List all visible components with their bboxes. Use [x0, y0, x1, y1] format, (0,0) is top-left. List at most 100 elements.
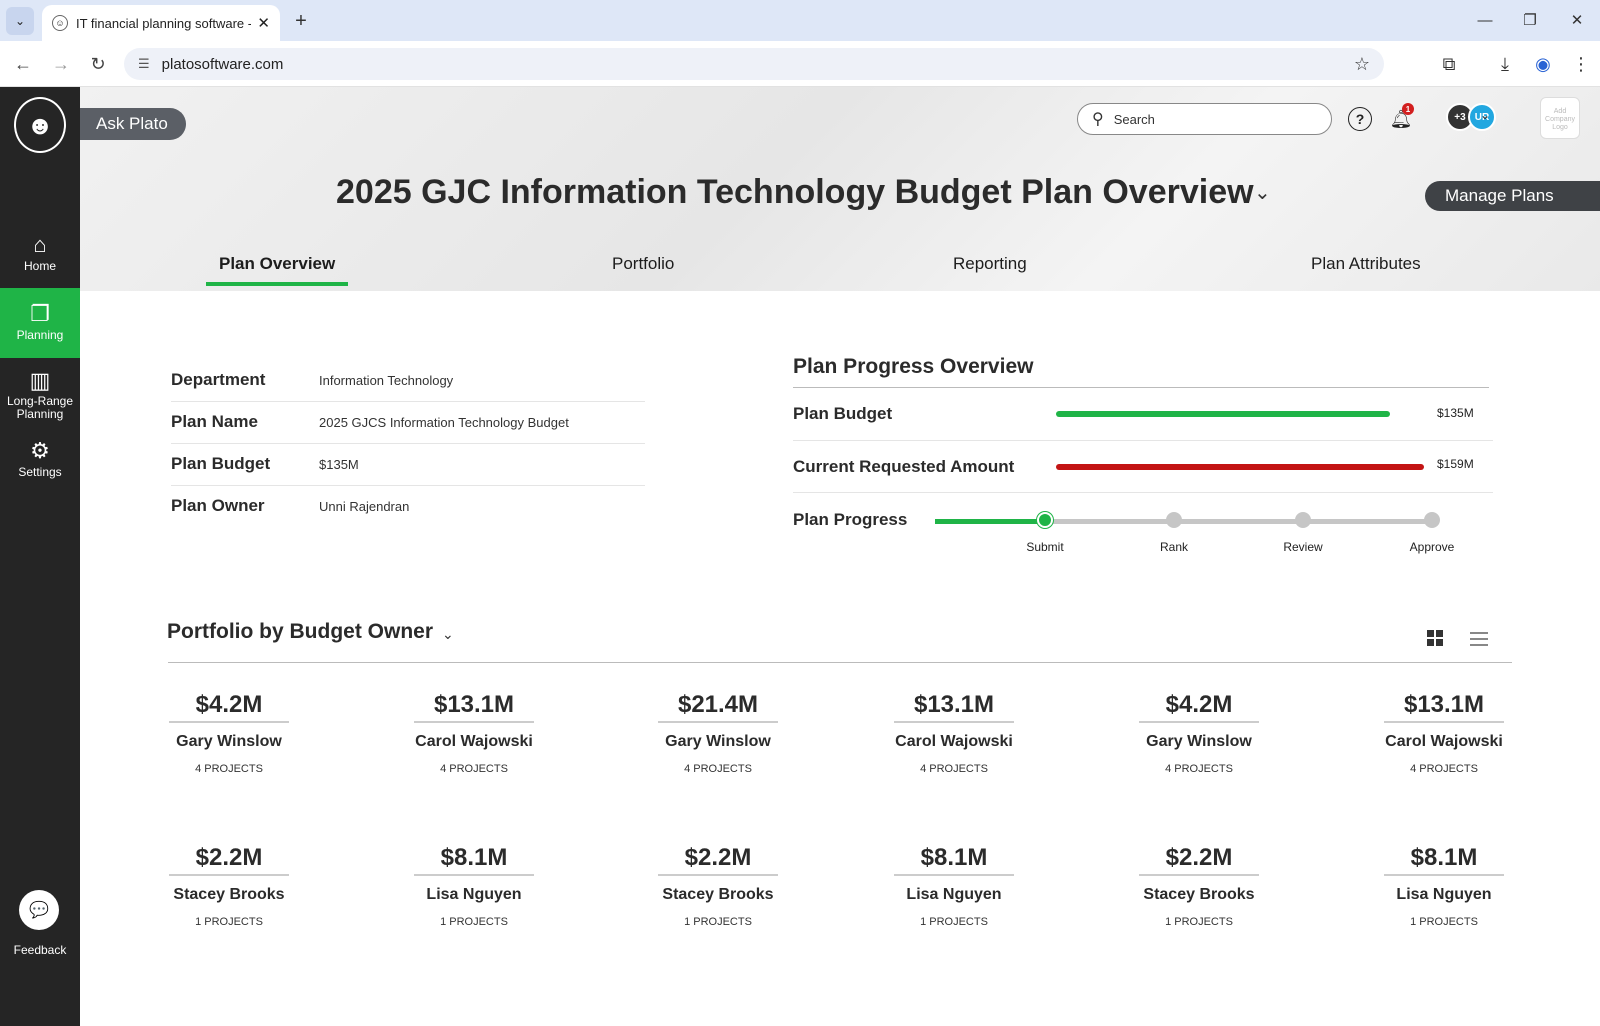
info-value: Information Technology: [319, 373, 454, 388]
info-key: Plan Budget: [171, 454, 271, 473]
browser-tab[interactable]: ☺ IT financial planning software - ✕: [42, 5, 280, 41]
card-owner: Stacey Brooks: [173, 886, 285, 903]
plan-progress-label: Plan Progress: [793, 510, 908, 529]
requested-amount-value: $159M: [1437, 457, 1474, 471]
budget-owner-card[interactable]: $8.1M Lisa Nguyen 1 PROJECTS: [1384, 840, 1504, 928]
close-tab-icon[interactable]: ✕: [257, 14, 270, 32]
tab-reporting[interactable]: Reporting: [953, 254, 1027, 274]
budget-owner-card[interactable]: $2.2M Stacey Brooks 1 PROJECTS: [658, 840, 778, 928]
chevron-down-icon[interactable]: ⌄: [442, 626, 454, 643]
card-amount: $4.2M: [1139, 687, 1259, 723]
company-logo-placeholder[interactable]: Add Company Logo: [1540, 97, 1580, 139]
plan-select-chevron-icon[interactable]: ⌄: [1254, 180, 1271, 205]
app-sidebar: ☻ ⌂ Home ❐ Planning ▥ Long-Range Plannin…: [0, 87, 80, 1026]
notifications-button[interactable]: 🔔︎ 1: [1388, 103, 1414, 132]
close-window-icon[interactable]: ✕: [1562, 8, 1592, 32]
notification-badge: 1: [1402, 103, 1414, 115]
help-button[interactable]: ?: [1347, 106, 1373, 132]
card-projects: 1 PROJECTS: [684, 916, 752, 928]
card-amount: $13.1M: [1384, 687, 1504, 723]
budget-owner-card[interactable]: $4.2M Gary Winslow 4 PROJECTS: [169, 687, 289, 775]
card-amount: $13.1M: [894, 687, 1014, 723]
browser-menu-icon[interactable]: ⋮: [1568, 51, 1594, 77]
tab-portfolio[interactable]: Portfolio: [612, 254, 674, 274]
profile-icon[interactable]: ◉: [1530, 51, 1556, 77]
active-tab-indicator: [206, 282, 348, 286]
budget-owner-card[interactable]: $8.1M Lisa Nguyen 1 PROJECTS: [414, 840, 534, 928]
budget-owner-card[interactable]: $13.1M Carol Wajowski 4 PROJECTS: [894, 687, 1014, 775]
step-label-review: Review: [1283, 540, 1323, 554]
card-projects: 1 PROJECTS: [1165, 916, 1233, 928]
card-projects: 4 PROJECTS: [440, 763, 508, 775]
info-key: Plan Owner: [171, 496, 265, 515]
card-projects: 4 PROJECTS: [1410, 763, 1478, 775]
requested-amount-label: Current Requested Amount: [793, 457, 1015, 476]
forward-icon[interactable]: →: [48, 51, 74, 77]
site-info-icon[interactable]: ☰: [138, 56, 150, 72]
budget-owner-card[interactable]: $13.1M Carol Wajowski 4 PROJECTS: [1384, 687, 1504, 775]
plan-budget-label: Plan Budget: [793, 404, 893, 423]
card-owner: Carol Wajowski: [1385, 733, 1503, 750]
minimize-icon[interactable]: —: [1470, 8, 1500, 32]
download-icon[interactable]: ⤓: [1492, 51, 1518, 77]
search-icon: ⚲: [1092, 111, 1104, 128]
divider: [793, 440, 1493, 441]
ask-plato-button[interactable]: Ask Plato: [80, 108, 186, 140]
extensions-icon[interactable]: ⧉: [1436, 51, 1462, 77]
home-icon: ⌂: [33, 232, 47, 257]
info-row-department: Department Information Technology: [171, 360, 645, 402]
map-icon: ▥: [29, 368, 51, 393]
tab-plan-attributes[interactable]: Plan Attributes: [1311, 254, 1421, 274]
budget-owner-card[interactable]: $8.1M Lisa Nguyen 1 PROJECTS: [894, 840, 1014, 928]
plan-progress-title: Plan Progress Overview: [793, 355, 1034, 378]
tab-plan-overview[interactable]: Plan Overview: [219, 254, 335, 274]
card-amount: $8.1M: [414, 840, 534, 876]
url-field[interactable]: ☰ platosoftware.com ☆: [124, 48, 1384, 80]
search-placeholder: Search: [1113, 111, 1155, 127]
budget-owner-card[interactable]: $13.1M Carol Wajowski 4 PROJECTS: [414, 687, 534, 775]
address-bar: ← → ↻ ☰ platosoftware.com ☆ ⧉ ⤓ ◉ ⋮: [0, 41, 1600, 87]
restore-icon[interactable]: ❐: [1515, 8, 1545, 32]
tab-search-icon[interactable]: ⌄: [6, 7, 34, 35]
step-marker-review: [1295, 512, 1311, 528]
card-projects: 1 PROJECTS: [1410, 916, 1478, 928]
portfolio-title[interactable]: Portfolio by Budget Owner: [167, 620, 433, 644]
divider: [793, 492, 1493, 493]
bookmark-star-icon[interactable]: ☆: [1354, 54, 1370, 75]
sidebar-item-long-range-planning[interactable]: ▥ Long-Range Planning: [0, 367, 80, 427]
card-owner: Stacey Brooks: [1143, 886, 1255, 903]
budget-owner-card[interactable]: $4.2M Gary Winslow 4 PROJECTS: [1139, 687, 1259, 775]
favicon-icon: ☺: [52, 15, 68, 31]
feedback-label[interactable]: Feedback: [0, 943, 80, 957]
sidebar-item-settings[interactable]: ⚙ Settings: [0, 437, 80, 487]
plato-logo-icon[interactable]: ☻: [14, 97, 66, 153]
manage-plans-button[interactable]: Manage Plans: [1425, 181, 1600, 211]
chevron-down-icon[interactable]: ⌄: [1480, 108, 1490, 122]
step-label-submit: Submit: [1026, 540, 1064, 554]
sidebar-item-home[interactable]: ⌂ Home: [0, 227, 80, 287]
progress-line-pending: [1045, 519, 1435, 524]
sidebar-item-label: Long-Range Planning: [6, 394, 74, 421]
budget-owner-card[interactable]: $2.2M Stacey Brooks 1 PROJECTS: [1139, 840, 1259, 928]
card-owner: Lisa Nguyen: [426, 886, 522, 903]
reload-icon[interactable]: ↻: [85, 51, 111, 77]
budget-owner-card[interactable]: $2.2M Stacey Brooks 1 PROJECTS: [169, 840, 289, 928]
card-owner: Carol Wajowski: [415, 733, 533, 750]
sidebar-item-planning[interactable]: ❐ Planning: [0, 288, 80, 358]
list-view-icon[interactable]: [1470, 632, 1488, 646]
search-input[interactable]: ⚲ Search: [1077, 103, 1332, 135]
info-row-plan-owner: Plan Owner Unni Rajendran: [171, 486, 645, 528]
new-tab-icon[interactable]: +: [288, 8, 314, 34]
card-owner: Lisa Nguyen: [1396, 886, 1492, 903]
feedback-chat-icon[interactable]: 💬: [19, 890, 59, 930]
requested-amount-bar: [1056, 464, 1424, 470]
card-owner: Stacey Brooks: [662, 886, 774, 903]
budget-owner-card[interactable]: $21.4M Gary Winslow 4 PROJECTS: [658, 687, 778, 775]
info-key: Department: [171, 370, 266, 389]
sidebar-item-label: Settings: [18, 465, 62, 479]
grid-view-icon[interactable]: [1427, 630, 1445, 648]
info-row-plan-budget: Plan Budget $135M: [171, 444, 645, 486]
back-icon[interactable]: ←: [10, 51, 36, 77]
info-row-plan-name: Plan Name 2025 GJCS Information Technolo…: [171, 402, 645, 444]
planning-icon: ❐: [30, 301, 50, 326]
